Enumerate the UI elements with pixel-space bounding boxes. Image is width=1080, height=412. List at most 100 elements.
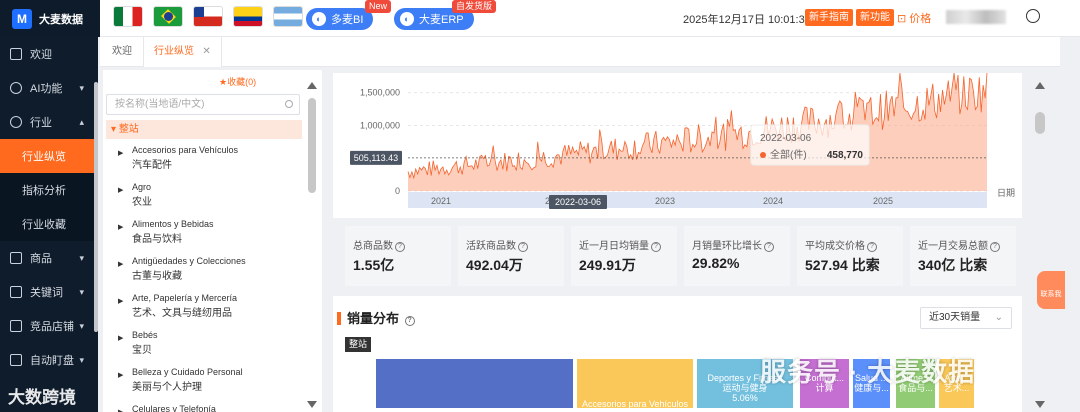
metric-value: 492.04万 (466, 257, 523, 273)
help-icon[interactable]: ? (764, 242, 774, 252)
help-icon[interactable]: ? (518, 242, 528, 252)
new-feature-button[interactable]: 新功能 (856, 9, 894, 26)
category-name-zh: 农业 (132, 197, 152, 208)
caret-right-icon[interactable]: ▶ (118, 257, 123, 273)
caret-right-icon[interactable]: ▶ (118, 294, 123, 310)
caret-right-icon[interactable]: ▶ (118, 331, 123, 347)
top-bar: M 大麦数据 ◐ 多麦BI New ◐ 大麦ERP 自发货版 2025年12月1… (0, 0, 1080, 37)
sidebar-item-competitor-stores[interactable]: 竞品店铺 ▾ (0, 309, 98, 343)
colombia-flag-icon[interactable] (233, 6, 263, 27)
sidebar-scrollbar[interactable] (94, 82, 98, 332)
self-ship-badge: 自发货版 (452, 0, 497, 13)
metric-value: 340亿 比索 (918, 257, 988, 273)
scroll-down-icon[interactable] (1035, 401, 1045, 408)
category-item[interactable]: ▶ Accesorios para Vehículos 汽车配件 (106, 142, 238, 174)
country-flags (113, 6, 303, 27)
scroll-up-icon[interactable] (1035, 82, 1045, 89)
store-icon (10, 320, 22, 332)
treemap-tile[interactable] (376, 359, 573, 408)
treemap-tile[interactable]: Accesorios para Vehículos (577, 359, 693, 408)
category-item[interactable]: ▶ Agro 农业 (106, 179, 152, 211)
scroll-down-icon[interactable] (307, 401, 317, 408)
caret-right-icon[interactable]: ▶ (118, 368, 123, 384)
brazil-flag-icon[interactable] (153, 6, 183, 27)
sidebar-item-industry[interactable]: 行业 ▴ (0, 105, 98, 139)
tooltip-marker (760, 152, 766, 158)
tab-welcome[interactable]: 欢迎 (102, 37, 142, 67)
root-tag: 整站 (345, 337, 372, 352)
search-icon[interactable] (285, 100, 293, 108)
metric-card: 近一月交易总额? 340亿 比索 (910, 226, 1016, 286)
y-tick-label: 1,000,000 (360, 120, 400, 130)
category-item[interactable]: ▶ Antigüedades y Colecciones 古董与收藏 (106, 253, 246, 285)
sidebar-item-products[interactable]: 商品 ▾ (0, 241, 98, 275)
metric-value: 527.94 比索 (805, 257, 880, 273)
category-root[interactable]: ▾ 整站 (106, 120, 302, 139)
metric-label: 平均成交价格? (805, 237, 877, 252)
caret-right-icon[interactable]: ▶ (118, 405, 123, 412)
chevron-up-icon: ▴ (79, 116, 84, 127)
price-link[interactable]: ⊡ 价格 (897, 10, 931, 26)
chevron-down-icon: ▾ (79, 354, 84, 365)
tile-percent: 5.06% (732, 393, 758, 403)
help-icon[interactable]: ? (651, 242, 661, 252)
tooltip-date: 2022-03-06 (760, 133, 812, 144)
help-icon[interactable]: ? (404, 316, 415, 326)
metric-card: 总商品数? 1.55亿 (345, 226, 451, 286)
contact-us-button[interactable]: 联系我 (1037, 271, 1065, 309)
tab-bar: 欢迎 行业纵览 ✕ (100, 37, 1060, 67)
section-accent (337, 312, 341, 325)
chevron-down-icon: ▾ (79, 82, 84, 93)
metric-label: 近一月交易总额? (918, 237, 1000, 252)
chile-flag-icon[interactable] (193, 6, 223, 27)
category-item[interactable]: ▶ Belleza y Cuidado Personal 美丽与个人护理 (106, 364, 243, 396)
globe-icon[interactable] (1026, 9, 1040, 23)
category-item[interactable]: ▶ Celulares y Telefonía (106, 401, 216, 412)
mexico-flag-icon[interactable] (113, 6, 143, 27)
category-search-input[interactable]: 按名称(当地语/中文) (106, 94, 300, 115)
category-item[interactable]: ▶ Alimentos y Bebidas 食品与饮料 (106, 216, 214, 248)
caret-right-icon[interactable]: ▶ (118, 220, 123, 236)
sidebar-item-industry-overview[interactable]: 行业纵览 (0, 139, 98, 173)
favorites-link[interactable]: ★收藏(0) (219, 75, 256, 88)
category-name-es: Belleza y Cuidado Personal (132, 367, 243, 377)
help-icon[interactable]: ? (395, 242, 405, 252)
category-name-es: Agro (132, 182, 152, 192)
x-tick-label: 2024 (763, 196, 783, 206)
sidebar-item-metric-analysis[interactable]: 指标分析 (0, 173, 98, 207)
x-tick-label: 2025 (873, 196, 893, 206)
category-item[interactable]: ▶ Arte, Papelería y Mercería 艺术、文具与缝纫用品 (106, 290, 237, 322)
category-item[interactable]: ▶ Bebés 宝贝 (106, 327, 158, 359)
help-icon[interactable]: ? (990, 242, 1000, 252)
scroll-up-icon[interactable] (307, 82, 317, 89)
metric-value: 249.91万 (579, 257, 636, 273)
metric-card: 活跃商品数? 492.04万 (458, 226, 564, 286)
sales-trend-chart: 0 1,000,000 1,500,000 505,113.43 2022-03-06 全… (333, 72, 1022, 218)
sidebar-item-welcome[interactable]: 欢迎 (0, 37, 98, 71)
help-icon[interactable]: ? (867, 242, 877, 252)
category-name-zh: 食品与饮料 (132, 234, 182, 245)
sidebar-item-industry-favorites[interactable]: 行业收藏 (0, 207, 98, 241)
tab-industry-overview[interactable]: 行业纵览 ✕ (143, 37, 222, 67)
trend-chart-svg[interactable]: 0 1,000,000 1,500,000 505,113.43 2022-03-06 全… (333, 72, 1022, 218)
metric-value: 29.82% (692, 255, 740, 271)
sidebar-item-auto-monitor[interactable]: 自动盯盘 ▾ (0, 343, 98, 377)
y-tick-label: 1,500,000 (360, 88, 400, 98)
scroll-thumb[interactable] (1035, 112, 1045, 134)
category-scrollbar[interactable] (306, 80, 318, 410)
user-account[interactable] (946, 10, 1006, 24)
range-select[interactable]: 近30天销量 ⌄ (920, 307, 1012, 329)
sidebar-item-ai[interactable]: AI功能 ▾ (0, 71, 98, 105)
newbie-guide-button[interactable]: 新手指南 (805, 9, 853, 26)
caret-right-icon[interactable]: ▶ (118, 146, 123, 162)
page-scrollbar[interactable] (1032, 80, 1048, 410)
sidebar-item-keywords[interactable]: 关键词 ▾ (0, 275, 98, 309)
y-tick-label: 0 (395, 186, 400, 196)
duomai-bi-button[interactable]: ◐ 多麦BI (306, 8, 374, 30)
argentina-flag-icon[interactable] (273, 6, 303, 27)
caret-right-icon[interactable]: ▶ (118, 183, 123, 199)
logo[interactable]: M 大麦数据 (0, 0, 100, 37)
scroll-thumb[interactable] (308, 98, 316, 193)
category-name-es: Bebés (132, 330, 158, 340)
close-icon[interactable]: ✕ (202, 46, 210, 57)
